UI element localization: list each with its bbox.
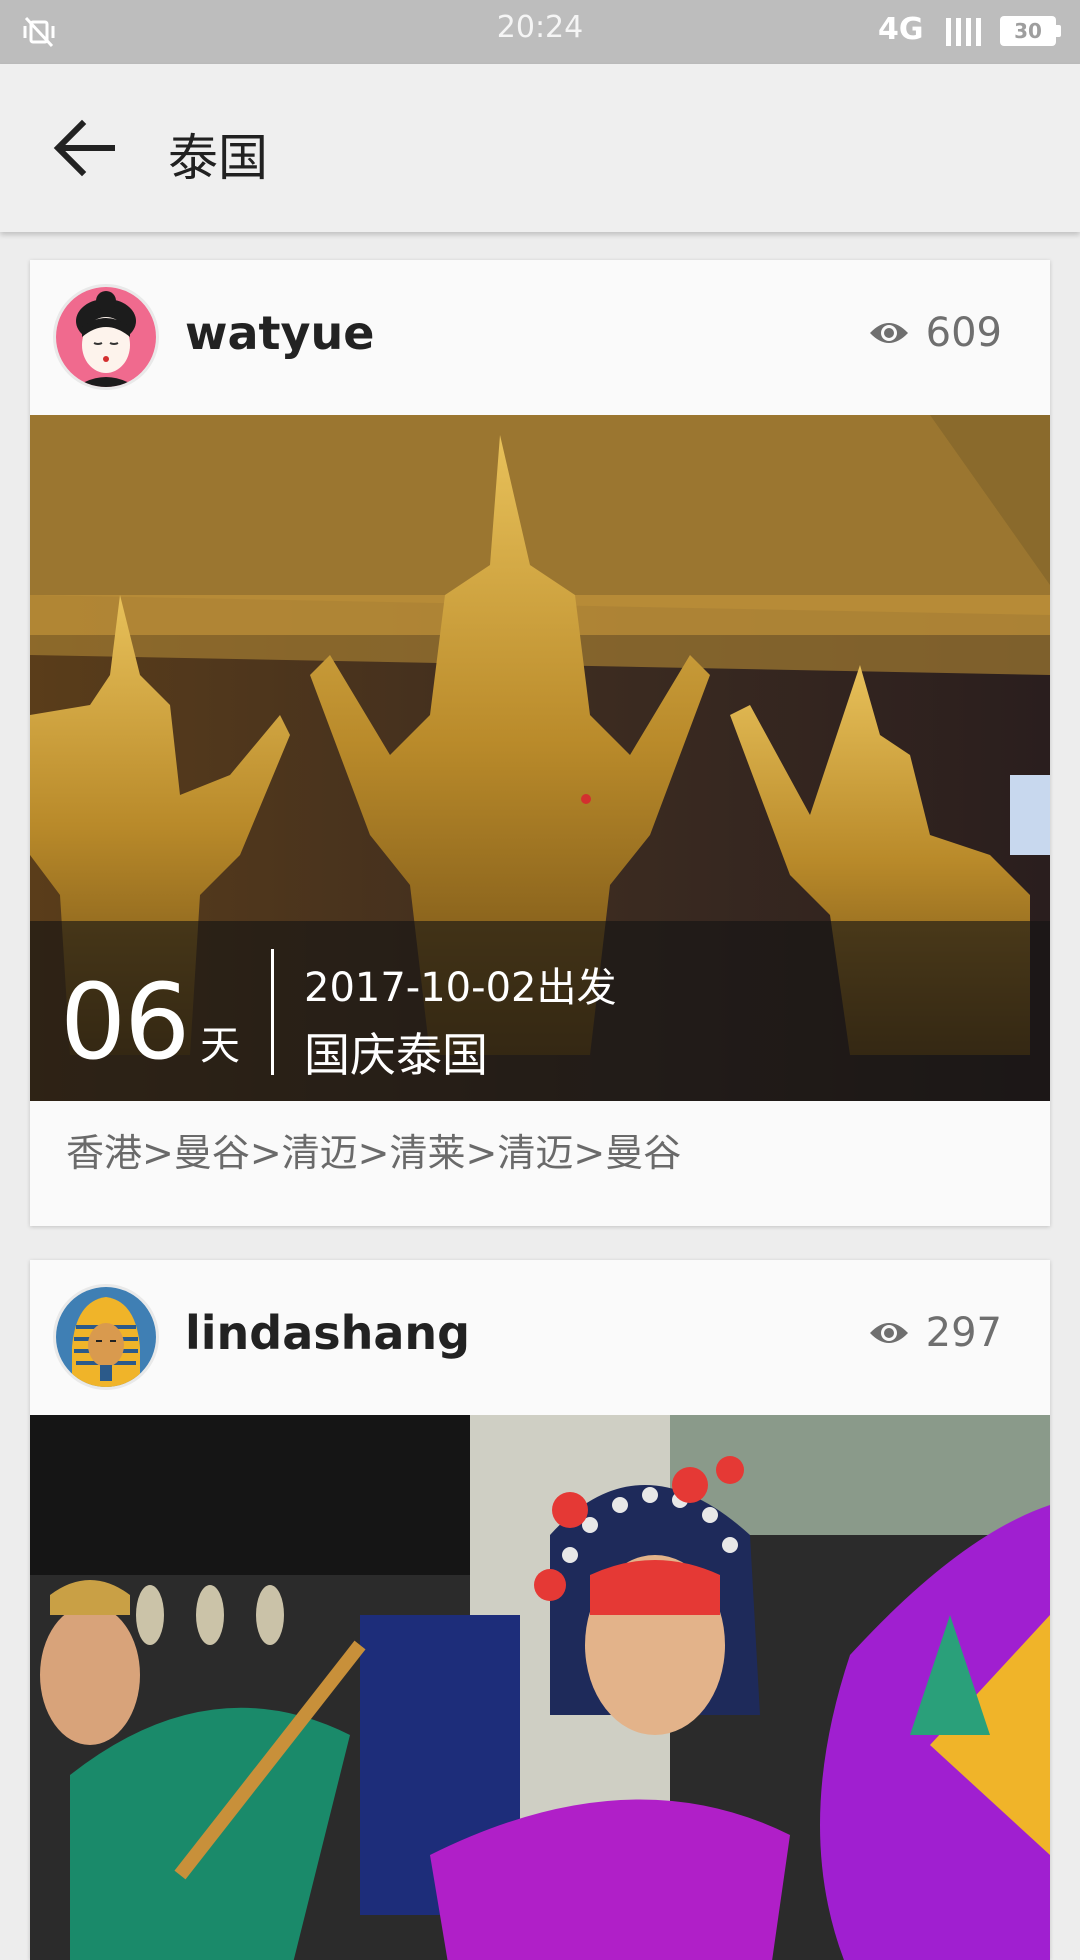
trip-cover-photo[interactable] bbox=[30, 1415, 1050, 1960]
geisha-avatar-icon bbox=[56, 287, 156, 387]
trip-card[interactable]: lindashang 297 bbox=[30, 1260, 1050, 1960]
status-bar: 20:24 4G 30 bbox=[0, 0, 1080, 64]
trip-cover-photo[interactable]: 06 天 2017-10-02出发 国庆泰国 bbox=[30, 415, 1050, 1101]
trip-days-unit: 天 bbox=[200, 1023, 240, 1069]
username[interactable]: lindashang bbox=[185, 1306, 470, 1360]
departure-date: 2017-10-02出发 bbox=[304, 965, 617, 1011]
card-header: lindashang 297 bbox=[30, 1260, 1050, 1415]
avatar[interactable] bbox=[53, 284, 159, 390]
back-arrow-icon[interactable] bbox=[50, 116, 118, 180]
signal-icon bbox=[946, 18, 981, 46]
battery-icon: 30 bbox=[1000, 14, 1062, 48]
view-count-value: 297 bbox=[925, 1310, 1002, 1356]
trip-route: 香港>曼谷>清迈>清莱>清迈>曼谷 bbox=[66, 1131, 682, 1175]
festival-photo bbox=[30, 1415, 1050, 1960]
network-type: 4G bbox=[878, 12, 924, 47]
pharaoh-avatar-icon bbox=[56, 1287, 156, 1387]
eye-icon bbox=[869, 1323, 908, 1343]
eye-icon bbox=[869, 323, 908, 343]
avatar[interactable] bbox=[53, 1284, 159, 1390]
trip-title: 国庆泰国 bbox=[304, 1028, 488, 1082]
battery-level: 30 bbox=[1000, 16, 1056, 46]
username[interactable]: watyue bbox=[185, 306, 374, 360]
divider bbox=[271, 949, 274, 1075]
view-count-value: 609 bbox=[925, 310, 1002, 356]
page-title: 泰国 bbox=[168, 129, 268, 187]
trip-card[interactable]: watyue 609 06 天 2017-10-02出发 国庆泰国 香港>曼谷>… bbox=[30, 260, 1050, 1226]
app-toolbar: 泰国 bbox=[0, 64, 1080, 232]
trip-days: 06 bbox=[60, 961, 190, 1083]
view-count: 609 bbox=[868, 310, 1002, 356]
card-header: watyue 609 bbox=[30, 260, 1050, 415]
trip-info-overlay: 06 天 2017-10-02出发 国庆泰国 bbox=[30, 921, 1050, 1101]
view-count: 297 bbox=[868, 1310, 1002, 1356]
